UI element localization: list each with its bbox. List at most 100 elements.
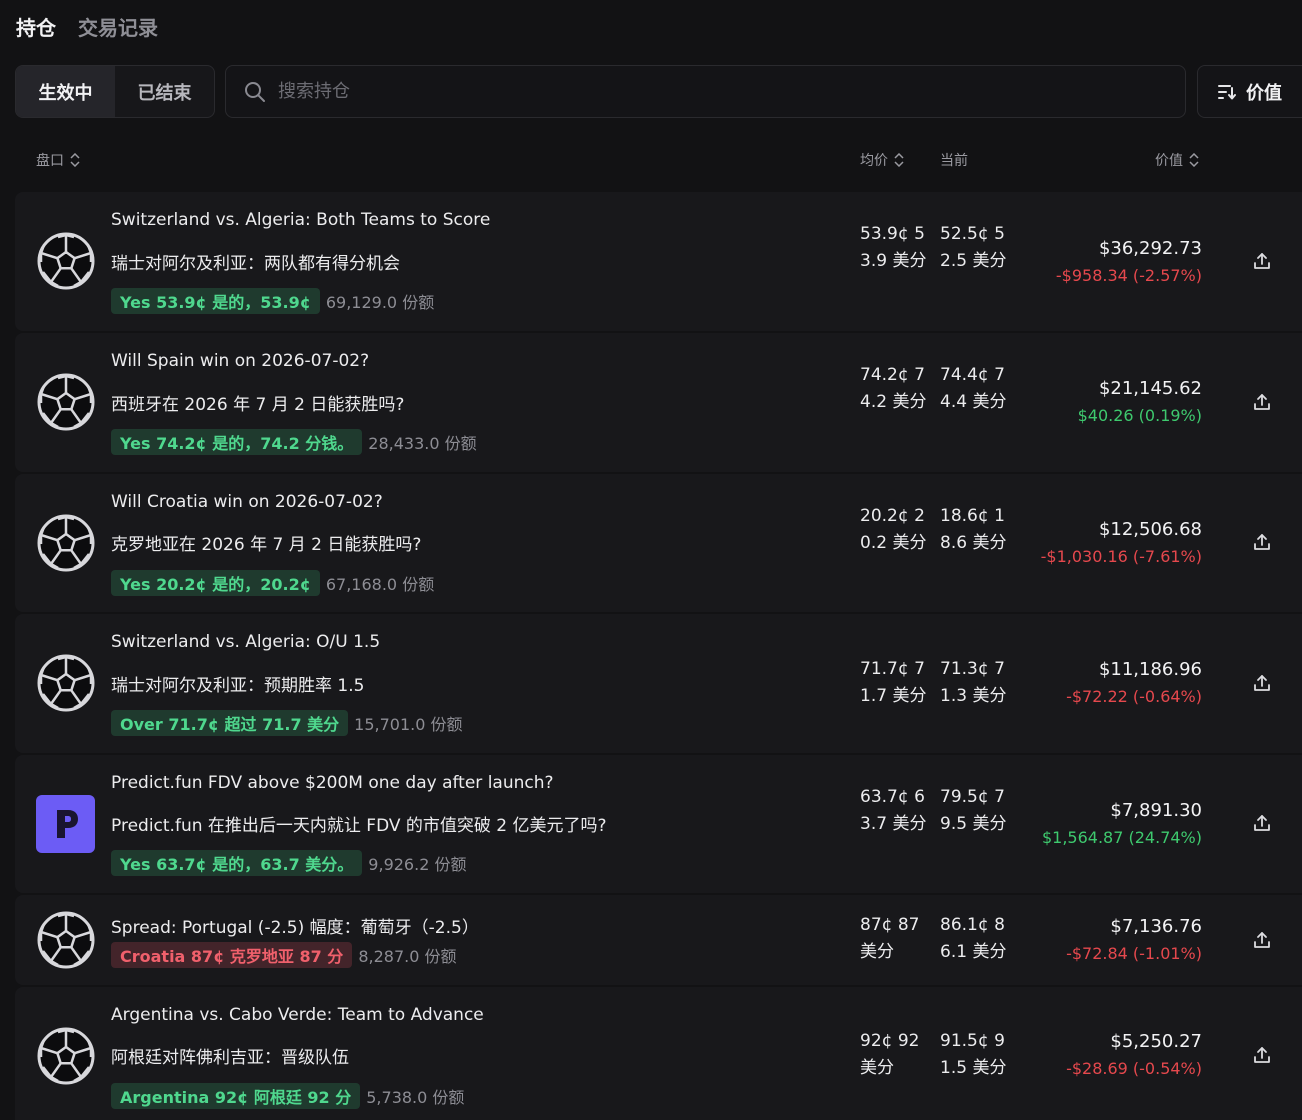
current-price: 18.6¢ 18.6 美分 bbox=[940, 506, 1007, 553]
pnl-change: -$28.69 (-0.54%) bbox=[1066, 1059, 1202, 1078]
avg-price: 74.2¢ 74.2 美分 bbox=[860, 365, 927, 412]
search-icon bbox=[245, 81, 265, 102]
position-row[interactable]: Predict.fun FDV above $200M one day afte… bbox=[15, 755, 1302, 893]
avg-price: 92¢ 92 美分 bbox=[860, 1031, 920, 1078]
share-icon[interactable] bbox=[1252, 673, 1272, 693]
sort-descending-icon bbox=[1218, 84, 1236, 99]
column-market[interactable]: 盘口 bbox=[36, 150, 80, 170]
pnl-change: -$72.84 (-1.01%) bbox=[1066, 944, 1202, 963]
position-row[interactable]: Argentina vs. Cabo Verde: Team to Advanc… bbox=[15, 987, 1302, 1120]
column-avg-label: 均价 bbox=[860, 153, 888, 169]
share-icon[interactable] bbox=[1252, 251, 1272, 271]
column-current: 当前 bbox=[940, 150, 968, 170]
share-icon[interactable] bbox=[1252, 813, 1272, 833]
avg-price: 63.7¢ 63.7 美分 bbox=[860, 787, 927, 834]
shares-count: 28,433.0 份额 bbox=[368, 434, 477, 453]
position-row[interactable]: Will Croatia win on 2026-07-02? 克罗地亚在 20… bbox=[15, 474, 1302, 612]
market-subtitle: 瑞士对阿尔及利亚：预期胜率 1.5 bbox=[111, 676, 365, 696]
position-value: $21,145.62 bbox=[1098, 378, 1202, 399]
soccer-ball-icon bbox=[37, 232, 95, 290]
current-price: 52.5¢ 52.5 美分 bbox=[940, 224, 1007, 271]
letter-p-glyph-icon bbox=[56, 810, 78, 838]
market-title: Will Croatia win on 2026-07-02? bbox=[111, 492, 383, 512]
market-subtitle: 瑞士对阿尔及利亚：两队都有得分机会 bbox=[111, 254, 400, 274]
current-price: 74.4¢ 74.4 美分 bbox=[940, 365, 1007, 412]
search-box bbox=[225, 65, 1186, 118]
soccer-ball-icon bbox=[37, 373, 95, 431]
outcome-badge: Yes 74.2¢ 是的，74.2 分钱。 bbox=[111, 429, 363, 455]
search-input[interactable] bbox=[278, 81, 1138, 102]
market-subtitle: 克罗地亚在 2026 年 7 月 2 日能获胜吗? bbox=[111, 535, 422, 555]
sort-by-value-button[interactable]: 价值 bbox=[1197, 65, 1302, 118]
pnl-change: -$72.22 (-0.64%) bbox=[1066, 687, 1202, 706]
avg-price: 20.2¢ 20.2 美分 bbox=[860, 506, 927, 553]
market-subtitle: 西班牙在 2026 年 7 月 2 日能获胜吗? bbox=[111, 395, 405, 415]
current-price: 79.5¢ 79.5 美分 bbox=[940, 787, 1007, 834]
share-icon[interactable] bbox=[1252, 392, 1272, 412]
shares-count: 8,287.0 份额 bbox=[358, 947, 457, 966]
pnl-change: -$958.34 (-2.57%) bbox=[1055, 266, 1202, 285]
position-row[interactable]: Spread: Portugal (-2.5) 幅度：葡萄牙（-2.5） Cro… bbox=[15, 895, 1302, 985]
avg-price: 87¢ 87 美分 bbox=[860, 915, 920, 962]
position-meta: Argentina 92¢ 阿根廷 92 分 5,738.0 份额 bbox=[111, 1083, 464, 1109]
column-value-label: 价值 bbox=[1155, 153, 1183, 169]
position-meta: Yes 20.2¢ 是的，20.2¢ 67,168.0 份额 bbox=[111, 570, 434, 596]
outcome-badge: Yes 20.2¢ 是的，20.2¢ bbox=[111, 570, 320, 596]
avg-price: 71.7¢ 71.7 美分 bbox=[860, 659, 927, 706]
market-subtitle: Predict.fun 在推出后一天内就让 FDV 的市值突破 2 亿美元了吗? bbox=[111, 816, 607, 836]
column-avg-price[interactable]: 均价 bbox=[860, 150, 904, 170]
shares-count: 67,168.0 份额 bbox=[325, 575, 435, 594]
position-meta: Yes 63.7¢ 是的，63.7 美分。 9,926.2 份额 bbox=[111, 850, 466, 876]
share-icon[interactable] bbox=[1252, 930, 1272, 950]
position-value: $11,186.96 bbox=[1098, 659, 1202, 680]
view-tabs: 持仓 交易记录 bbox=[16, 10, 158, 42]
position-row[interactable]: Switzerland vs. Algeria: O/U 1.5 瑞士对阿尔及利… bbox=[15, 614, 1302, 753]
sort-toggle-icon bbox=[1189, 153, 1199, 167]
column-market-label: 盘口 bbox=[36, 153, 64, 169]
pnl-change: $40.26 (0.19%) bbox=[1077, 406, 1202, 425]
tab-positions[interactable]: 持仓 bbox=[16, 12, 56, 41]
position-meta: Yes 74.2¢ 是的，74.2 分钱。 28,433.0 份额 bbox=[111, 429, 477, 455]
share-icon[interactable] bbox=[1252, 532, 1272, 552]
avg-price: 53.9¢ 53.9 美分 bbox=[860, 224, 927, 271]
position-value: $5,250.27 bbox=[1110, 1031, 1202, 1052]
outcome-badge: Over 71.7¢ 超过 71.7 美分 bbox=[111, 710, 349, 736]
market-title: Switzerland vs. Algeria: O/U 1.5 bbox=[111, 632, 381, 652]
soccer-ball-icon bbox=[37, 514, 95, 572]
share-icon[interactable] bbox=[1252, 1045, 1272, 1065]
market-subtitle: 阿根廷对阵佛利吉亚：晋级队伍 bbox=[111, 1048, 349, 1068]
sort-toggle-icon bbox=[894, 153, 904, 167]
sort-label: 价值 bbox=[1246, 82, 1282, 104]
tab-trade-history[interactable]: 交易记录 bbox=[78, 12, 158, 41]
position-meta: Over 71.7¢ 超过 71.7 美分 15,701.0 份额 bbox=[111, 710, 463, 736]
status-filter: 生效中 已结束 bbox=[15, 65, 215, 118]
position-value: $7,891.30 bbox=[1110, 800, 1202, 821]
shares-count: 15,701.0 份额 bbox=[354, 715, 463, 734]
market-title: Predict.fun FDV above $200M one day afte… bbox=[111, 773, 554, 793]
market-title: Will Spain win on 2026-07-02? bbox=[111, 351, 370, 371]
filter-ended-button[interactable]: 已结束 bbox=[115, 66, 214, 117]
position-value: $36,292.73 bbox=[1098, 238, 1202, 259]
soccer-ball-icon bbox=[37, 1027, 95, 1085]
position-row[interactable]: Will Spain win on 2026-07-02? 西班牙在 2026 … bbox=[15, 333, 1302, 472]
position-row[interactable]: Switzerland vs. Algeria: Both Teams to S… bbox=[15, 192, 1302, 331]
column-value[interactable]: 价值 bbox=[1155, 150, 1199, 170]
market-title: Spread: Portugal (-2.5) 幅度：葡萄牙（-2.5） bbox=[111, 918, 479, 938]
current-price: 71.3¢ 71.3 美分 bbox=[940, 659, 1007, 706]
outcome-badge: Croatia 87¢ 克罗地亚 87 分 bbox=[111, 942, 353, 968]
predict-fun-logo-icon bbox=[36, 795, 95, 853]
outcome-badge: Yes 63.7¢ 是的，63.7 美分。 bbox=[111, 850, 363, 876]
current-price: 91.5¢ 91.5 美分 bbox=[940, 1031, 1007, 1078]
position-value: $7,136.76 bbox=[1110, 916, 1202, 937]
sort-toggle-icon bbox=[70, 153, 80, 167]
market-title: Argentina vs. Cabo Verde: Team to Advanc… bbox=[111, 1005, 484, 1025]
pnl-change: -$1,030.16 (-7.61%) bbox=[1040, 547, 1202, 566]
position-meta: Croatia 87¢ 克罗地亚 87 分 8,287.0 份额 bbox=[111, 942, 456, 968]
soccer-ball-icon bbox=[37, 654, 95, 712]
shares-count: 5,738.0 份额 bbox=[366, 1088, 465, 1107]
shares-count: 69,129.0 份额 bbox=[325, 293, 435, 312]
market-title: Switzerland vs. Algeria: Both Teams to S… bbox=[111, 210, 491, 230]
filter-active-button[interactable]: 生效中 bbox=[16, 66, 115, 117]
outcome-badge: Argentina 92¢ 阿根廷 92 分 bbox=[111, 1083, 361, 1109]
column-current-label: 当前 bbox=[940, 153, 968, 169]
